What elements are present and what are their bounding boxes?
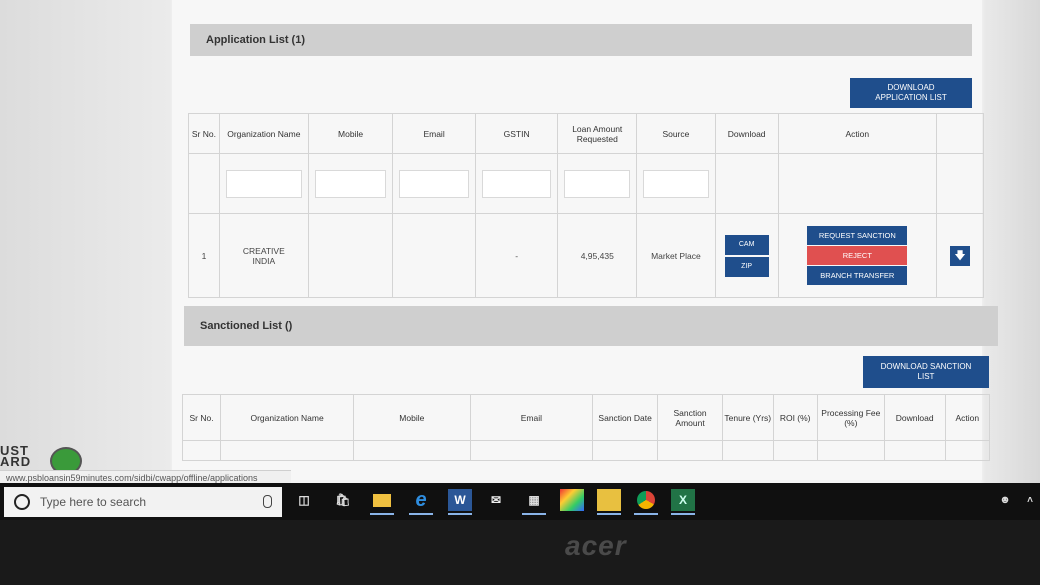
file-explorer-icon[interactable] (370, 489, 394, 515)
microphone-icon[interactable] (263, 495, 272, 508)
row-gstin: - (474, 213, 559, 298)
download-application-list-button[interactable]: DOWNLOAD APPLICATION LIST (850, 78, 972, 108)
row-mobile (307, 213, 394, 298)
branch-transfer-button[interactable]: BRANCH TRANSFER (807, 266, 908, 285)
people-icon[interactable]: ☻ (993, 489, 1017, 511)
sanctioned-table: Sr No. Organization Name Mobile Email Sa… (181, 394, 991, 461)
col-org: Organization Name (220, 394, 355, 441)
col-sanction-date: Sanction Date (592, 394, 659, 441)
search-placeholder: Type here to search (40, 495, 147, 509)
col-sr: Sr No. (181, 394, 222, 441)
sanctioned-list-title: Sanctioned List () (200, 320, 293, 332)
task-view-icon[interactable]: ◫ (292, 489, 316, 511)
mobile-filter-input[interactable] (314, 169, 387, 198)
request-sanction-button[interactable]: REQUEST SANCTION (807, 226, 908, 245)
org-filter-input[interactable] (225, 169, 302, 198)
col-org: Organization Name (218, 113, 309, 154)
row-source: Market Place (636, 213, 716, 298)
application-table: Sr No. Organization Name Mobile Email GS… (188, 113, 984, 298)
sanctioned-list-header: Sanctioned List () (184, 306, 998, 346)
store-icon[interactable]: 🛍 (331, 489, 355, 511)
col-download: Download (714, 113, 779, 154)
col-roi: ROI (%) (772, 394, 818, 441)
source-filter-input[interactable] (643, 169, 709, 198)
col-processing-fee: Processing Fee (%) (816, 394, 885, 441)
edge-icon[interactable]: e (409, 489, 433, 515)
email-filter-input[interactable] (399, 169, 469, 198)
arrow-down-icon[interactable]: 🡇 (950, 245, 971, 266)
col-action: Action (777, 113, 938, 154)
row-org: CREATIVE INDIA (218, 213, 309, 298)
filter-cell (188, 153, 220, 214)
excel-icon[interactable]: X (671, 489, 695, 515)
col-amount: Loan Amount Requested (557, 113, 638, 154)
chrome-icon[interactable] (634, 489, 658, 515)
word-icon[interactable]: W (448, 489, 472, 515)
col-mobile: Mobile (307, 113, 394, 154)
application-list-header: Application List (1) (190, 24, 972, 56)
col-sr: Sr No. (188, 113, 220, 154)
col-tenure: Tenure (Yrs) (722, 394, 774, 441)
col-mobile: Mobile (353, 394, 471, 441)
zip-button[interactable]: ZIP (724, 256, 769, 277)
col-email: Email (392, 113, 476, 154)
taskbar-search-box[interactable]: Type here to search (4, 487, 282, 517)
row-amount: 4,95,435 (557, 213, 638, 298)
chevron-up-icon[interactable]: ˄ (1018, 489, 1040, 511)
col-extra (936, 113, 984, 154)
gstin-filter-input[interactable] (481, 169, 552, 198)
col-gstin: GSTIN (474, 113, 559, 154)
amount-filter-input[interactable] (564, 169, 631, 198)
col-sanction-amount: Sanction Amount (657, 394, 724, 441)
calculator-icon[interactable]: ▦ (522, 489, 546, 515)
sticky-notes-icon[interactable] (597, 489, 621, 515)
windows-taskbar: Type here to search ◫ 🛍 e W ✉ ▦ X ☻ ˄ (0, 483, 1040, 520)
reject-button[interactable]: REJECT (807, 246, 908, 265)
col-email: Email (469, 394, 594, 441)
search-circle-icon (14, 494, 30, 510)
row-email (392, 213, 476, 298)
brand-logo: acer (565, 530, 627, 561)
download-sanction-list-button[interactable]: DOWNLOAD SANCTION LIST (863, 356, 989, 388)
cam-button[interactable]: CAM (724, 234, 769, 255)
col-source: Source (636, 113, 716, 154)
col-action: Action (944, 394, 991, 441)
col-download: Download (883, 394, 946, 441)
paint-icon[interactable] (560, 489, 584, 511)
table-row: 1 CREATIVE INDIA - 4,95,435 Market Place… (188, 213, 984, 298)
browser-screen: Application List (1) DOWNLOAD APPLICATIO… (0, 0, 1040, 520)
row-sr: 1 (188, 213, 220, 298)
laptop-bezel: acer (0, 520, 1040, 585)
mail-icon[interactable]: ✉ (484, 489, 508, 511)
web-page: Application List (1) DOWNLOAD APPLICATIO… (172, 0, 998, 480)
application-list-title: Application List (1) (206, 34, 305, 46)
